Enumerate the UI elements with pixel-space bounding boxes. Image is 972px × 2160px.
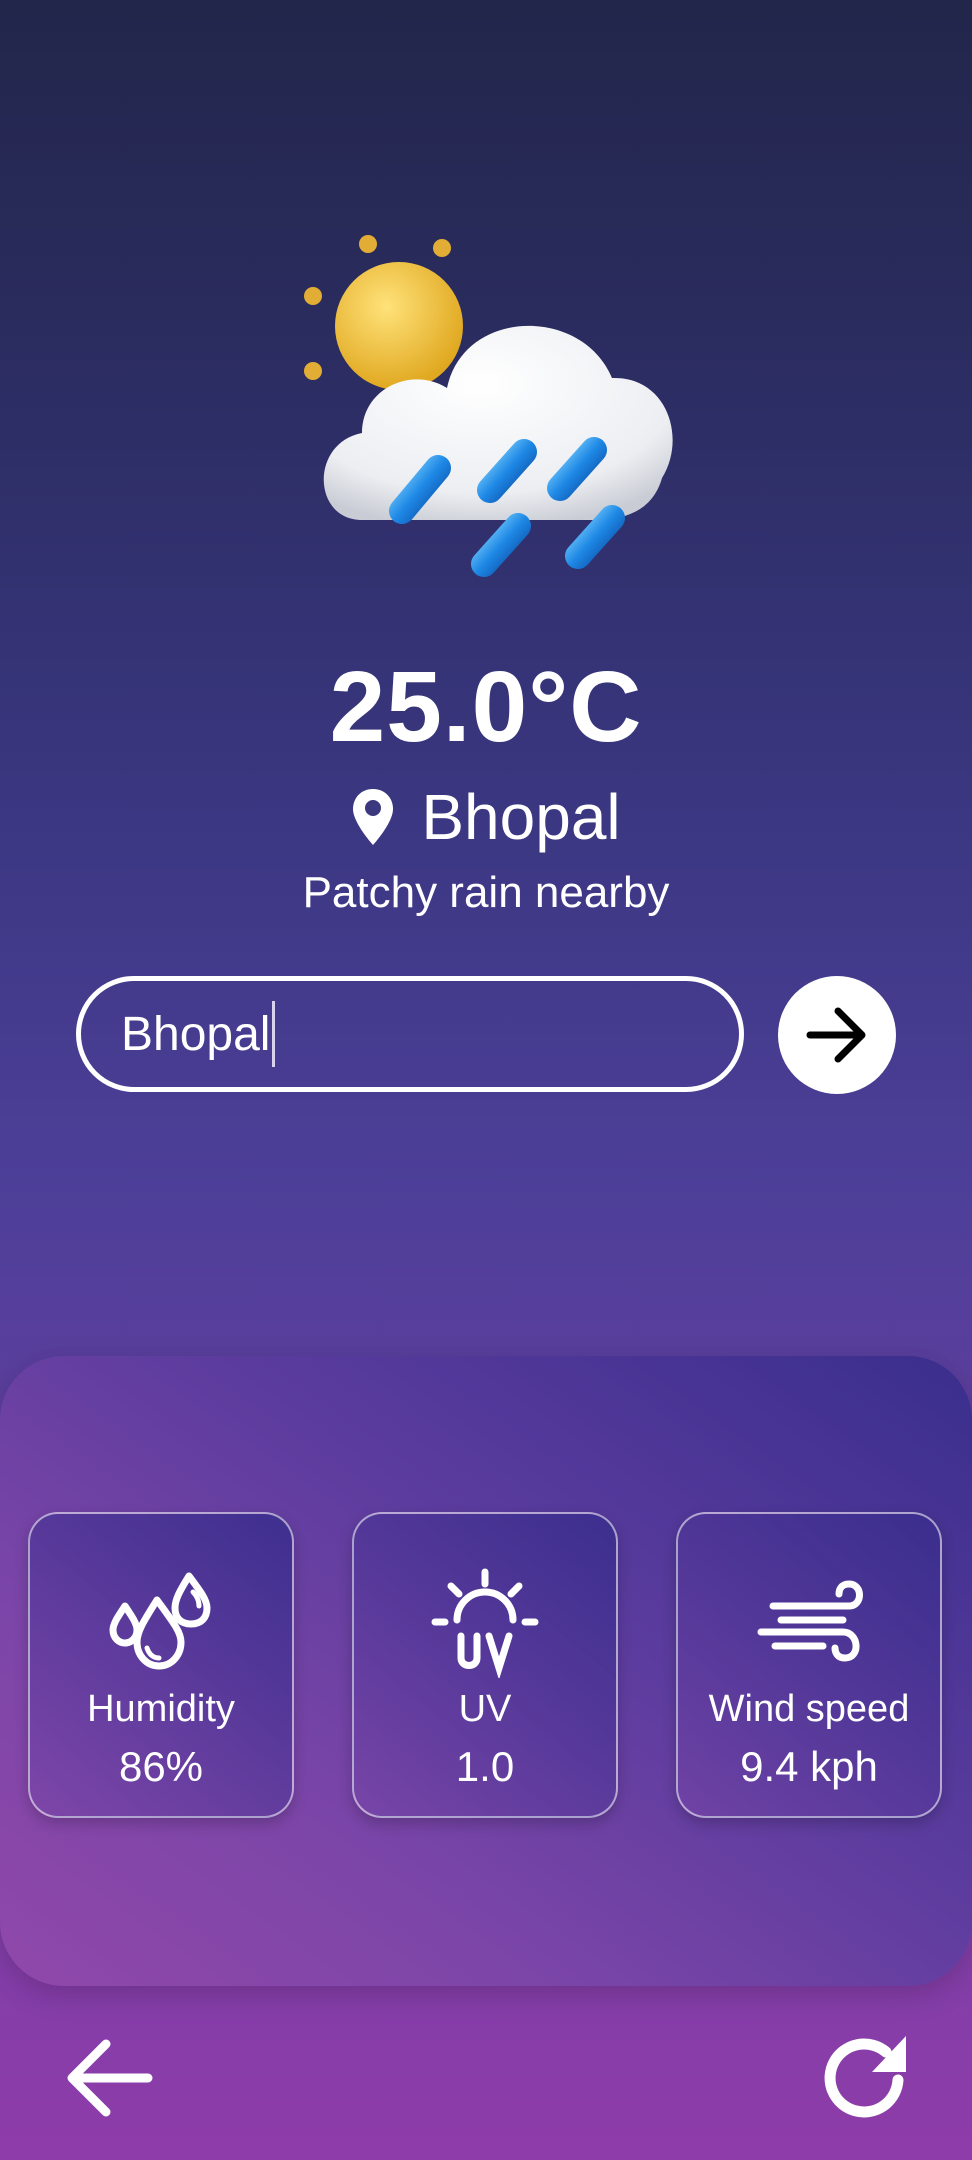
location-pin-icon [353,789,394,845]
uv-card: UV 1.0 [352,1512,618,1818]
weather-condition: Patchy rain nearby [302,868,670,917]
uv-label: UV [458,1688,512,1730]
sun-cloud-rain-icon [304,235,673,577]
humidity-value: 86% [118,1743,204,1790]
location-row: Bhopal [0,780,972,854]
humidity-label: Humidity [87,1688,235,1730]
temperature-value: 25.0°C [329,651,643,763]
wind-icon [757,1580,863,1662]
arrow-right-icon [806,1007,866,1063]
uv-sun-icon [431,1568,539,1678]
location-name: Bhopal [421,781,621,853]
wind-card: Wind speed 9.4 kph [676,1512,942,1818]
search-input-value[interactable]: Bhopal [121,1007,270,1062]
wind-label: Wind speed [708,1688,910,1730]
wind-value: 9.4 kph [740,1743,878,1790]
text-cursor [272,1001,276,1067]
city-search-input[interactable]: Bhopal [76,976,744,1092]
search-submit-button[interactable] [778,976,896,1094]
refresh-icon[interactable] [818,2030,914,2126]
water-drops-icon [109,1572,211,1670]
arrow-left-icon[interactable] [64,2036,154,2120]
uv-value: 1.0 [455,1743,515,1790]
humidity-card: Humidity 86% [28,1512,294,1818]
